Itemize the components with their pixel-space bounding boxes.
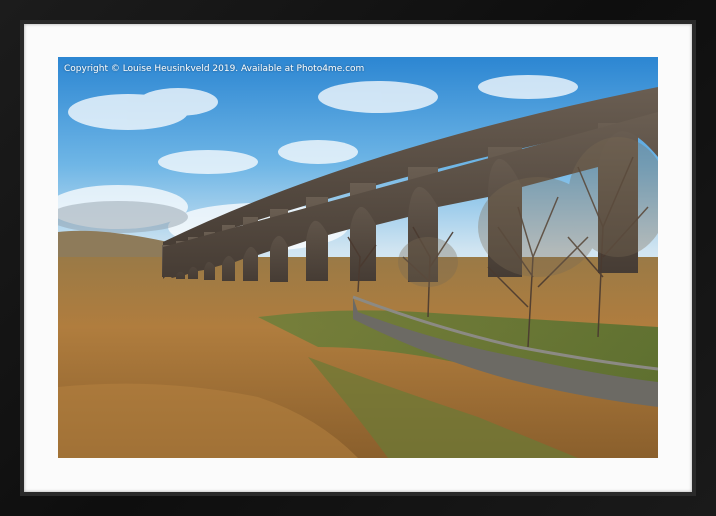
picture-frame: Copyright © Louise Heusinkveld 2019. Ava… xyxy=(0,0,716,516)
viaduct-photo: Copyright © Louise Heusinkveld 2019. Ava… xyxy=(58,57,658,458)
landscape-image xyxy=(58,57,658,458)
copyright-watermark: Copyright © Louise Heusinkveld 2019. Ava… xyxy=(64,64,365,74)
